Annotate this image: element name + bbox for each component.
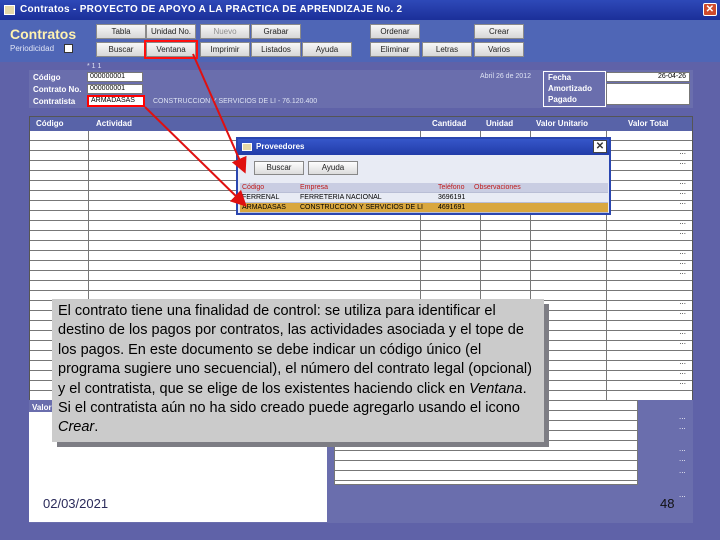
callout-emph-crear: Crear [58,419,95,436]
ordenar-button[interactable]: Ordenar [370,24,420,39]
codigo-field[interactable]: 000000001 [87,72,143,82]
cell-codigo: FERRENAL [242,194,280,201]
top-mark: * 1 1 [87,63,102,70]
callout-emph-ventana: Ventana [469,380,523,397]
contrato-label: Contrato No. [33,85,82,94]
slide-date: 02/03/2021 [43,496,109,511]
codigo-label: Código [33,73,61,82]
eliminar-button[interactable]: Eliminar [370,42,420,57]
dialog-ayuda-button[interactable]: Ayuda [308,161,358,175]
objeto-label: Objeto [160,505,186,514]
col-observaciones: Observaciones [474,184,521,191]
dialog-title: Proveedores [256,142,305,151]
callout-text-1: El contrato tiene una finalidad de contr… [58,303,532,397]
row-ellipsis: ... [679,444,686,453]
crear-button[interactable]: Crear [474,24,524,39]
row-ellipsis: ... [679,187,686,196]
cell-empresa: FERRETERIA NACIONAL [300,194,382,201]
callout-text-3: . [94,419,99,436]
contratista-label: Contratista [33,97,76,106]
row-ellipsis: ... [679,307,686,316]
row-ellipsis: ... [679,337,686,346]
dialog-close-icon[interactable]: ✕ [593,140,607,153]
row-ellipsis: ... [679,157,686,166]
row-ellipsis: ... [679,257,686,266]
col-empresa: Empresa [300,184,329,191]
ayuda-button[interactable]: Ayuda [302,42,352,57]
row-ellipsis: ... [679,147,686,156]
col-valor-total: Valor Total [628,119,669,128]
ventana-button[interactable]: Ventana [144,40,198,59]
proveedores-dialog: Proveedores ✕ Buscar Ayuda Código Empres… [236,137,611,215]
cell-codigo: ARMADASAS [242,204,286,211]
varios-button[interactable]: Varios [474,42,524,57]
toolbar: Contratos Periodicidad Tabla Unidad No. … [0,20,720,62]
window-title: Contratos - PROYECTO DE APOYO A LA PRACT… [20,4,403,15]
periodicity-checkbox[interactable] [64,44,74,54]
contract-header: * 1 1 Código 000000001 Contrato No. 0000… [29,63,693,108]
col-cantidad: Cantidad [432,119,467,128]
proveedores-table: Código Empresa Teléfono Observaciones FE… [240,183,608,213]
periodicity-label: Periodicidad [10,44,55,53]
row-ellipsis: ... [679,327,686,336]
imprimir-button[interactable]: Imprimir [200,42,250,57]
pagado-label: Pagado [548,95,577,104]
cell-empresa: CONSTRUCCION Y SERVICIOS DE LI [300,204,423,211]
explanation-callout: El contrato tiene una finalidad de contr… [52,299,544,442]
row-ellipsis: ... [679,466,686,475]
listados-button[interactable]: Listados [251,42,301,57]
row-ellipsis: ... [679,422,686,431]
col-unidad: Unidad [486,119,514,128]
buscar-button[interactable]: Buscar [96,42,146,57]
row-ellipsis: ... [679,247,686,256]
unidad-button[interactable]: Unidad No. [146,24,196,39]
window-titlebar: Contratos - PROYECTO DE APOYO A LA PRACT… [0,0,720,20]
row-ellipsis: ... [679,227,686,236]
fecha-label: Fecha [548,73,572,82]
app-title: Contratos [10,26,77,42]
fecha-field[interactable]: 26-04-26 [606,72,690,82]
header-date: Abril 26 de 2012 [480,73,531,80]
row-ellipsis: ... [679,177,686,186]
table-row-selected[interactable]: ARMADASAS CONSTRUCCION Y SERVICIOS DE LI… [240,203,608,213]
row-ellipsis: ... [679,412,686,421]
contratista-field[interactable]: ARMADASAS [87,95,145,107]
col-telefono: Teléfono [438,184,465,191]
row-ellipsis: ... [679,490,686,499]
window-close-icon[interactable]: ✕ [703,3,717,16]
row-ellipsis: ... [679,367,686,376]
col-actividad: Actividad [96,119,133,128]
contrato-field[interactable]: 000000001 [87,84,143,94]
table-row[interactable]: FERRENAL FERRETERIA NACIONAL 3696191 [240,193,608,203]
amortizado-label: Amortizado [548,84,592,93]
row-ellipsis: ... [679,377,686,386]
col-codigo: Código [36,119,64,128]
periodicity-option: Periodicidad [10,44,74,54]
dialog-icon [242,143,252,151]
row-ellipsis: ... [679,217,686,226]
row-ellipsis: ... [679,197,686,206]
app-icon [4,5,15,15]
col-valor-unitario: Valor Unitario [536,119,589,128]
row-ellipsis: ... [679,297,686,306]
row-ellipsis: ... [679,357,686,366]
grabar-button[interactable]: Grabar [251,24,301,39]
contratista-description: CONSTRUCCION Y SERVICIOS DE LI - 76.120.… [153,98,318,105]
cell-telefono: 3696191 [438,194,466,201]
table-header: Código Empresa Teléfono Observaciones [240,183,608,193]
totals-field [606,83,690,105]
row-ellipsis: ... [679,267,686,276]
tabla-button[interactable]: Tabla [96,24,146,39]
nuevo-button[interactable]: Nuevo [200,24,250,39]
dialog-titlebar: Proveedores ✕ [238,139,609,155]
grid-header: Código Actividad Cantidad Unidad Valor U… [30,117,692,131]
valor-label: Valor [32,403,52,412]
slide-page-number: 48 [660,496,675,511]
row-ellipsis: ... [679,454,686,463]
col-codigo: Código [242,184,265,191]
dialog-buscar-button[interactable]: Buscar [254,161,304,175]
letras-button[interactable]: Letras [422,42,472,57]
cell-telefono: 4691691 [438,204,466,211]
